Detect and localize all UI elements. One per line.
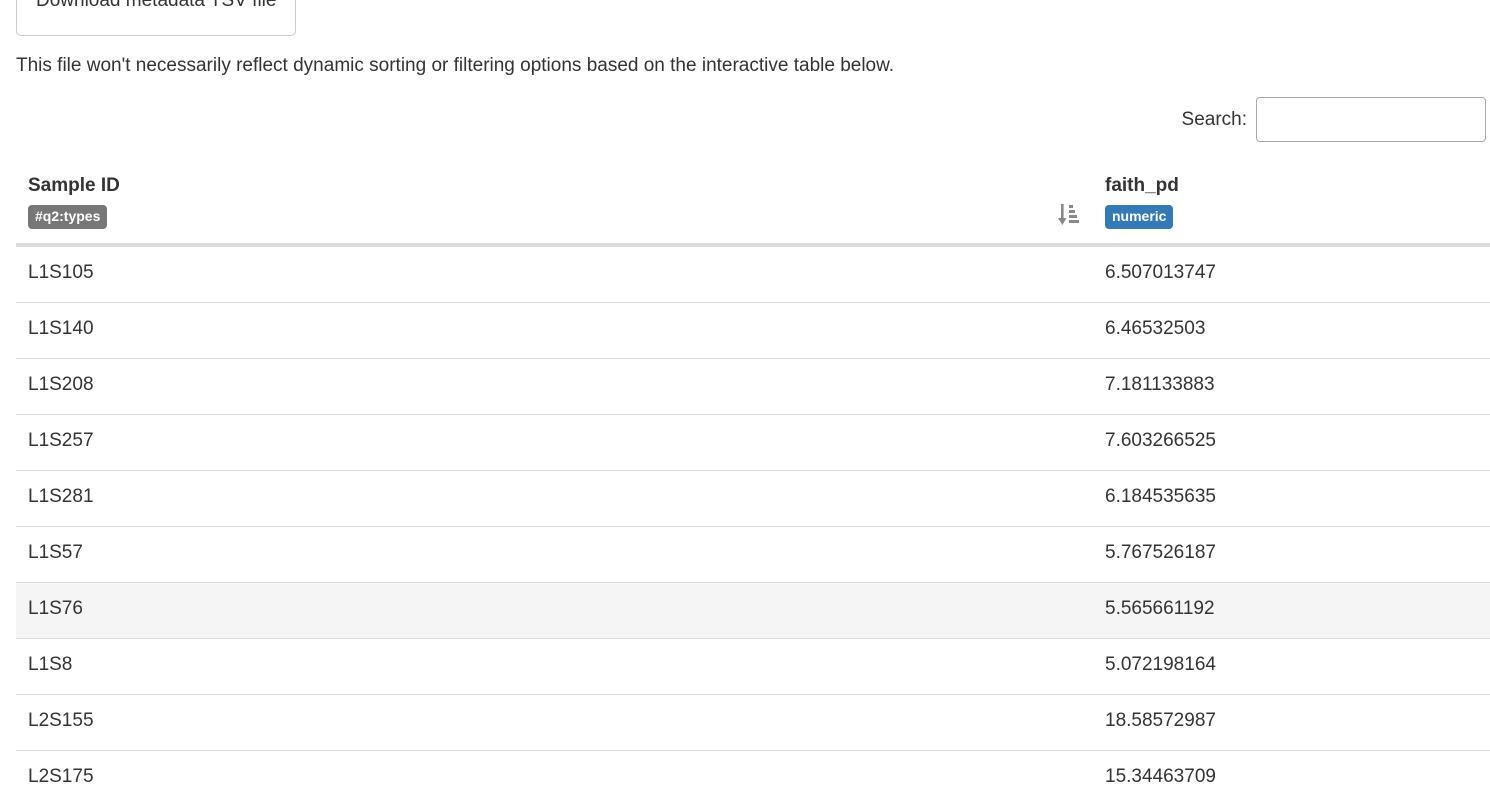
search-area: Search:	[1182, 97, 1486, 142]
sample-id-cell: L1S57	[28, 542, 83, 563]
table-row[interactable]: L1S8 5.072198164	[16, 639, 1490, 695]
metadata-table: Sample ID #q2:types faith_pd numeric L1S…	[16, 167, 1490, 805]
search-input[interactable]	[1256, 97, 1486, 142]
download-metadata-button[interactable]: Download metadata TSV file	[16, 0, 297, 36]
sample-id-cell: L2S155	[28, 710, 94, 731]
faith-pd-cell: 5.767526187	[1105, 542, 1216, 563]
search-label: Search:	[1181, 108, 1247, 130]
column-title: Sample ID	[28, 175, 120, 196]
page: Download metadata TSV file This file won…	[0, 0, 1490, 805]
faith-pd-cell: 7.603266525	[1105, 430, 1216, 451]
faith-pd-cell: 6.507013747	[1105, 262, 1216, 283]
faith-pd-cell: 5.072198164	[1105, 654, 1216, 675]
table-row[interactable]: L1S257 7.603266525	[16, 415, 1490, 471]
column-title: faith_pd	[1105, 175, 1179, 196]
sample-id-cell: L1S8	[28, 654, 73, 675]
table-header: Sample ID #q2:types faith_pd numeric	[16, 167, 1490, 247]
faith-pd-cell: 18.58572987	[1105, 710, 1216, 731]
faith-pd-cell: 7.181133883	[1105, 374, 1215, 395]
sample-id-cell: L1S76	[28, 598, 83, 619]
sample-id-cell: L1S257	[28, 430, 94, 451]
table-row[interactable]: L2S175 15.34463709	[16, 751, 1490, 805]
table-row[interactable]: L1S208 7.181133883	[16, 359, 1490, 415]
download-note: This file won't necessarily reflect dyna…	[16, 55, 895, 76]
table-body: L1S105 6.507013747 L1S140 6.46532503 L1S208 7…	[16, 247, 1490, 805]
faith-pd-cell: 6.46532503	[1105, 318, 1206, 339]
sample-id-cell: L1S281	[28, 486, 94, 507]
column-header-sample-id[interactable]: Sample ID #q2:types	[28, 175, 120, 229]
faith-pd-cell: 6.184535635	[1105, 486, 1216, 507]
column-header-faith-pd[interactable]: faith_pd numeric	[1105, 175, 1179, 229]
sample-id-cell: L2S175	[28, 766, 94, 787]
table-row[interactable]: L2S155 18.58572987	[16, 695, 1490, 751]
table-row[interactable]: L1S57 5.767526187	[16, 527, 1490, 583]
sample-id-cell: L1S140	[28, 318, 94, 339]
faith-pd-cell: 5.565661192	[1105, 598, 1215, 619]
sample-id-cell: L1S105	[28, 262, 94, 283]
column-type-badge: numeric	[1105, 205, 1174, 229]
table-row[interactable]: L1S140 6.46532503	[16, 303, 1490, 359]
table-row[interactable]: L1S281 6.184535635	[16, 471, 1490, 527]
sort-amount-down-icon[interactable]	[1058, 204, 1082, 226]
sample-id-cell: L1S208	[28, 374, 94, 395]
table-row[interactable]: L1S105 6.507013747	[16, 247, 1490, 303]
table-row[interactable]: L1S76 5.565661192	[16, 583, 1490, 639]
column-type-badge: #q2:types	[28, 205, 108, 229]
faith-pd-cell: 15.34463709	[1105, 766, 1216, 787]
